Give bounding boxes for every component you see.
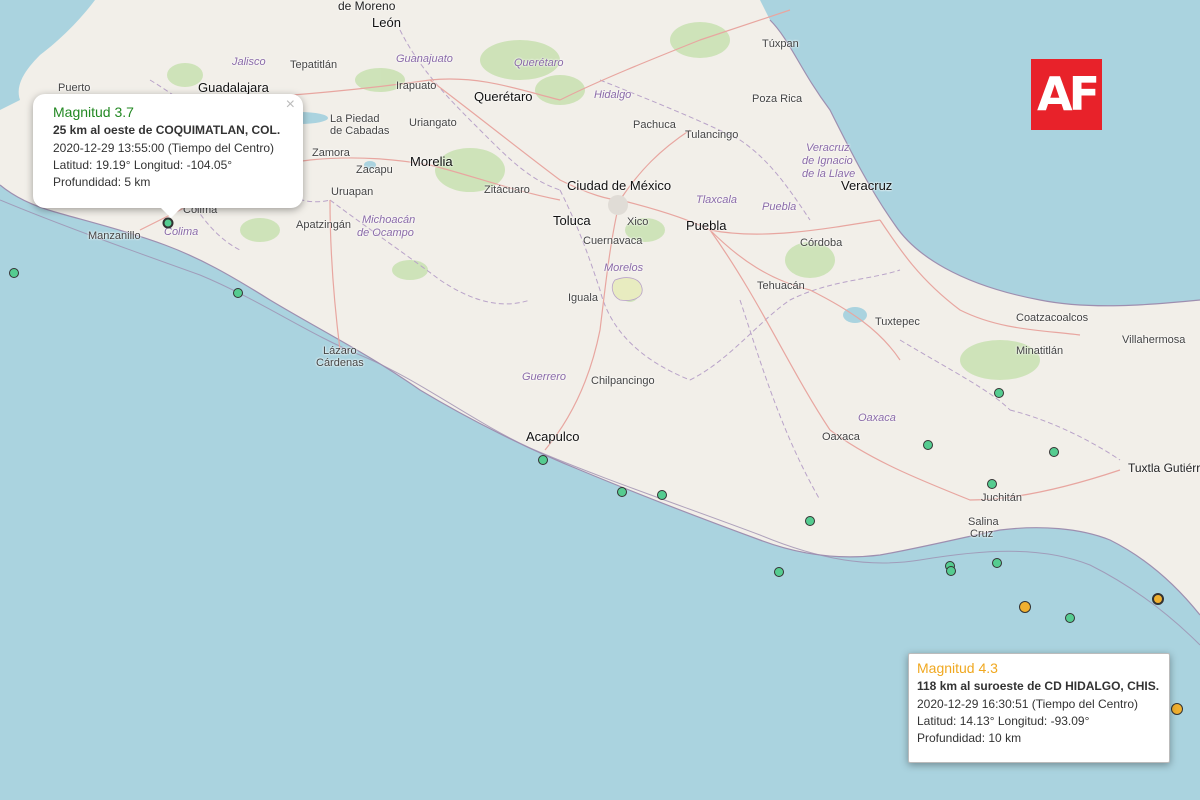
label-guerrero: Guerrero: [522, 371, 567, 383]
label-guanajuato: Guanajuato: [396, 53, 453, 65]
label-michoacan-1: Michoacán: [362, 214, 416, 226]
label-cordoba: Córdoba: [800, 237, 843, 249]
quake-marker[interactable]: [987, 479, 997, 489]
label-oaxaca: Oaxaca: [822, 431, 860, 443]
label-salina-1: Salina: [968, 516, 999, 528]
label-la-piedad: La Piedad: [330, 113, 380, 125]
label-ciudad-de-mexico: Ciudad de México: [567, 178, 672, 193]
label-queretaro: Querétaro: [474, 89, 533, 104]
label-guadalajara: Guadalajara: [198, 80, 269, 95]
label-oaxaca-state: Oaxaca: [858, 412, 896, 424]
label-michoacan-2: de Ocampo: [357, 227, 414, 239]
label-chilpancingo: Chilpancingo: [591, 375, 655, 387]
label-uruapan: Uruapan: [331, 186, 374, 198]
quake-marker-orange[interactable]: [1019, 601, 1031, 613]
label-xico: Xico: [627, 216, 649, 228]
popup-datetime: 2020-12-29 13:55:00 (Tiempo del Centro): [53, 141, 275, 155]
quake-popup-east: Magnitud 4.3 118 km al suroeste de CD HI…: [908, 653, 1170, 763]
close-icon[interactable]: ×: [286, 96, 295, 114]
quake-marker[interactable]: [233, 288, 243, 298]
label-leon: León: [372, 15, 401, 30]
label-puerto: Puerto: [58, 82, 91, 94]
quake-marker-orange[interactable]: [1152, 593, 1164, 605]
label-puebla-state: Puebla: [762, 201, 797, 213]
label-morelos: Morelos: [604, 262, 644, 274]
label-pachuca: Pachuca: [633, 119, 676, 131]
label-juchitan: Juchitán: [981, 492, 1022, 504]
label-villahermosa: Villahermosa: [1122, 334, 1186, 346]
label-tuxtla: Tuxtla Gutiérrez: [1128, 461, 1200, 475]
label-tulancingo: Tulancingo: [685, 129, 739, 141]
label-morelia: Morelia: [410, 154, 453, 169]
quake-marker[interactable]: [657, 490, 667, 500]
quake-marker[interactable]: [9, 268, 19, 278]
quake-marker[interactable]: [1065, 613, 1075, 623]
label-tehuacan: Tehuacán: [757, 280, 805, 292]
label-irapuato: Irapuato: [396, 80, 437, 92]
label-apatzingan: Apatzingán: [296, 219, 352, 231]
quake-marker[interactable]: [805, 516, 815, 526]
label-jalisco: Jalisco: [232, 56, 266, 68]
label-veracruz: Veracruz: [841, 178, 893, 193]
label-moreno: de Moreno: [338, 0, 396, 13]
quake-marker[interactable]: [1049, 447, 1059, 457]
quake-marker[interactable]: [923, 440, 933, 450]
label-lazaro-2: Cárdenas: [316, 357, 364, 369]
popup-datetime: 2020-12-29 16:30:51 (Tiempo del Centro): [917, 697, 1139, 711]
label-zacapu: Zacapu: [356, 164, 393, 176]
label-queretaro-state: Querétaro: [514, 57, 564, 69]
label-poza-rica: Poza Rica: [752, 93, 803, 105]
label-iguala: Iguala: [568, 292, 598, 304]
label-tepatitlan: Tepatitlán: [290, 59, 338, 71]
popup-place: 118 km al suroeste de CD HIDALGO, CHIS.: [917, 679, 1160, 693]
popup-coordinates: Latitud: 19.19° Longitud: -104.05°: [53, 158, 233, 172]
quake-marker[interactable]: [994, 388, 1004, 398]
label-toluca: Toluca: [553, 213, 591, 228]
label-acapulco: Acapulco: [526, 429, 580, 444]
label-zitacuaro: Zitácuaro: [484, 184, 530, 196]
quake-popup-west: × Magnitud 3.7 25 km al oeste de COQUIMA…: [33, 94, 303, 218]
label-salina-2: Cruz: [970, 528, 994, 540]
popup-coordinates: Latitud: 14.13° Longitud: -93.09°: [917, 714, 1090, 728]
quake-marker[interactable]: [946, 566, 956, 576]
label-minatitlan: Minatitlán: [1016, 345, 1064, 357]
quake-marker-orange[interactable]: [1171, 703, 1183, 715]
popup-magnitude: Magnitud 3.7: [53, 104, 134, 120]
label-uriangato: Uriangato: [409, 117, 457, 129]
label-cuernavaca: Cuernavaca: [583, 235, 643, 247]
label-lazaro-1: Lázaro: [323, 345, 357, 357]
popup-depth: Profundidad: 10 km: [917, 731, 1022, 745]
label-coatzacoalcos: Coatzacoalcos: [1016, 312, 1089, 324]
popup-place: 25 km al oeste de COQUIMATLAN, COL.: [53, 123, 281, 137]
quake-marker[interactable]: [538, 455, 548, 465]
morelos-region: [611, 277, 643, 301]
label-veracruz-state-1: Veracruz: [806, 142, 850, 154]
label-tlaxcala: Tlaxcala: [696, 194, 737, 206]
label-de-cabadas: de Cabadas: [330, 125, 390, 137]
label-veracruz-state-2: de Ignacio: [802, 155, 853, 167]
label-tuxtepec: Tuxtepec: [875, 316, 920, 328]
quake-marker[interactable]: [774, 567, 784, 577]
popup-tip: [161, 208, 181, 218]
label-puebla: Puebla: [686, 218, 727, 233]
cdmx-urban-area: [608, 195, 628, 215]
popup-depth: Profundidad: 5 km: [53, 175, 151, 189]
af-logo: AF: [1031, 59, 1102, 130]
label-zamora: Zamora: [312, 147, 350, 159]
label-manzanillo: Manzanillo: [88, 230, 141, 242]
earthquake-map[interactable]: de Moreno León Túxpan Jalisco Tepatitlán…: [0, 0, 1200, 800]
popup-magnitude: Magnitud 4.3: [917, 660, 998, 676]
label-tuxpan: Túxpan: [762, 38, 799, 50]
label-hidalgo: Hidalgo: [594, 89, 632, 101]
quake-marker[interactable]: [992, 558, 1002, 568]
quake-marker-selected-west[interactable]: [162, 217, 174, 229]
quake-marker[interactable]: [617, 487, 627, 497]
